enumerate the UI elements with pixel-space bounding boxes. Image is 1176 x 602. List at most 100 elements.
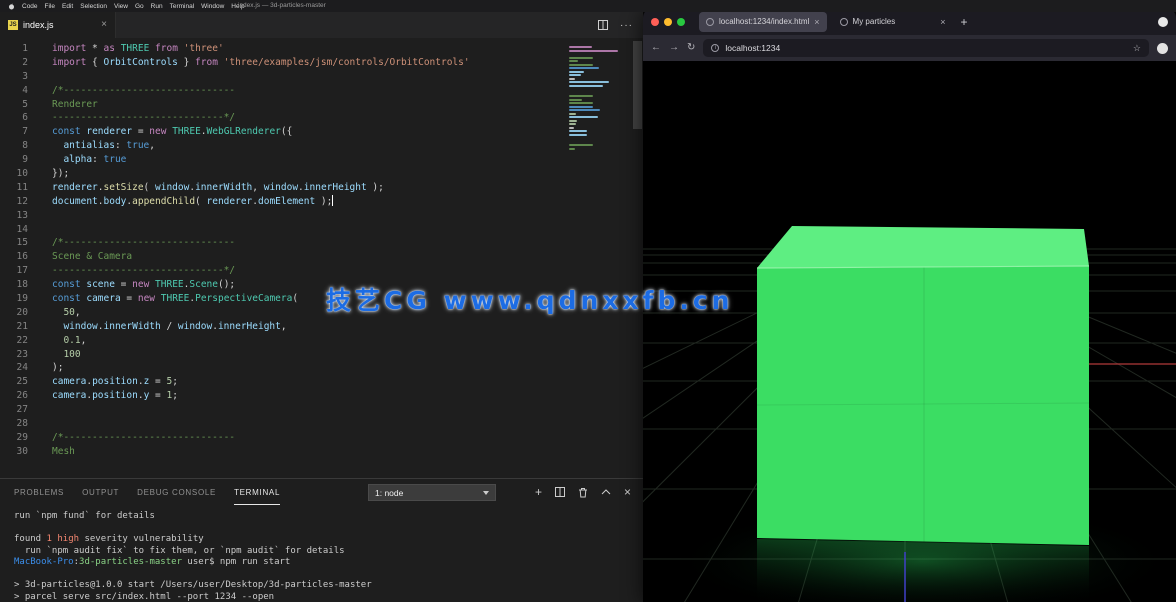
three-scene <box>643 61 1176 602</box>
minimap-line <box>569 67 599 69</box>
more-actions-icon[interactable]: ··· <box>620 20 633 31</box>
line-number: 26 <box>0 389 28 403</box>
minimap-line <box>569 127 574 129</box>
close-tab-icon[interactable]: × <box>101 20 107 30</box>
forward-button[interactable]: → <box>669 43 679 53</box>
menu-terminal[interactable]: Terminal <box>170 3 195 10</box>
line-number: 3 <box>0 70 28 84</box>
terminal-output[interactable]: run `npm fund` for detailsfound 1 high s… <box>0 505 643 602</box>
close-tab-icon[interactable]: × <box>940 17 945 27</box>
scrollbar-thumb[interactable] <box>633 41 642 129</box>
menu-run[interactable]: Run <box>151 3 163 10</box>
window-title: index.js — 3d-particles-master <box>238 0 326 12</box>
code-line: 30Mesh <box>0 445 643 459</box>
line-number: 8 <box>0 139 28 153</box>
back-button[interactable]: ← <box>651 43 661 53</box>
editor-tab-indexjs[interactable]: JS index.js × <box>0 12 116 38</box>
menu-edit[interactable]: Edit <box>62 3 73 10</box>
account-icon[interactable] <box>1157 43 1168 54</box>
code-line: 14 <box>0 223 643 237</box>
close-window-button[interactable] <box>651 18 659 26</box>
code-lines: 1import * as THREE from 'three'2import {… <box>0 42 643 459</box>
line-number: 11 <box>0 181 28 195</box>
code-line: 3 <box>0 70 643 84</box>
zoom-window-button[interactable] <box>677 18 685 26</box>
minimap[interactable] <box>569 46 627 151</box>
browser-tab[interactable]: My particles × <box>833 12 953 32</box>
chevron-down-icon <box>483 491 489 495</box>
minimap-line <box>569 130 587 132</box>
close-tab-icon[interactable]: × <box>814 17 819 27</box>
kill-terminal-trash-icon[interactable] <box>578 487 588 498</box>
terminal-line <box>14 523 643 535</box>
menu-window[interactable]: Window <box>201 3 224 10</box>
desktop: Code File Edit Selection View Go Run Terminal Wi… <box>0 0 1176 602</box>
menu-code[interactable]: Code <box>22 3 38 10</box>
menu-selection[interactable]: Selection <box>80 3 107 10</box>
profile-icon[interactable] <box>1158 17 1168 27</box>
code-line: 5Renderer <box>0 98 643 112</box>
browser-tab[interactable]: localhost:1234/index.html × <box>699 12 827 32</box>
cube-top-face <box>757 226 1089 268</box>
panel-tab-output[interactable]: OUTPUT <box>82 480 119 505</box>
code-line: 16Scene & Camera <box>0 250 643 264</box>
line-number: 6 <box>0 111 28 125</box>
minimap-line <box>569 102 593 104</box>
split-editor-icon[interactable] <box>598 20 608 30</box>
line-number: 12 <box>0 195 28 209</box>
line-number: 10 <box>0 167 28 181</box>
code-line: 19const camera = new THREE.PerspectiveCa… <box>0 292 643 306</box>
panel-tabs: PROBLEMS OUTPUT DEBUG CONSOLE TERMINAL <box>14 480 298 505</box>
maximize-panel-chevron-up-icon[interactable] <box>601 489 611 495</box>
line-number: 13 <box>0 209 28 223</box>
tab-title: localhost:1234/index.html <box>719 17 809 26</box>
minimap-line <box>569 95 593 97</box>
site-info-icon[interactable]: i <box>711 44 719 52</box>
reload-button[interactable]: ↻ <box>687 43 695 53</box>
code-line: 1import * as THREE from 'three' <box>0 42 643 56</box>
minimap-line <box>569 113 576 115</box>
code-line: 9 alpha: true <box>0 153 643 167</box>
panel-tab-debug-console[interactable]: DEBUG CONSOLE <box>137 480 216 505</box>
minimap-line <box>569 60 578 62</box>
address-bar[interactable]: i localhost:1234 ☆ <box>703 39 1149 57</box>
panel-tab-problems[interactable]: PROBLEMS <box>14 480 64 505</box>
panel-tab-terminal[interactable]: TERMINAL <box>234 480 280 505</box>
browser-window: localhost:1234/index.html×My particles× … <box>643 8 1176 602</box>
line-number: 20 <box>0 306 28 320</box>
menu-go[interactable]: Go <box>135 3 144 10</box>
minimize-window-button[interactable] <box>664 18 672 26</box>
minimap-line <box>569 99 582 101</box>
tab-title: My particles <box>853 17 936 26</box>
apple-icon[interactable] <box>8 3 15 10</box>
minimap-line <box>569 123 576 125</box>
favicon <box>706 18 714 26</box>
close-panel-icon[interactable]: × <box>624 486 631 498</box>
terminal-shell-select[interactable]: 1: node <box>368 484 496 501</box>
line-number: 5 <box>0 98 28 112</box>
line-number: 28 <box>0 417 28 431</box>
menu-items: Code File Edit Selection View Go Run Terminal Wi… <box>22 3 245 10</box>
line-number: 22 <box>0 334 28 348</box>
code-line: 17------------------------------*/ <box>0 264 643 278</box>
new-terminal-icon[interactable]: + <box>535 486 542 498</box>
code-editor[interactable]: 1import * as THREE from 'three'2import {… <box>0 38 643 478</box>
code-line: 22 0.1, <box>0 334 643 348</box>
split-terminal-icon[interactable] <box>555 487 565 497</box>
code-line: 6------------------------------*/ <box>0 111 643 125</box>
menu-file[interactable]: File <box>45 3 55 10</box>
editor-scrollbar[interactable] <box>631 38 643 478</box>
webgl-viewport[interactable] <box>643 61 1176 602</box>
code-line: 29/*------------------------------ <box>0 431 643 445</box>
code-line: 13 <box>0 209 643 223</box>
minimap-line <box>569 144 593 146</box>
minimap-line <box>569 120 577 122</box>
line-number: 24 <box>0 361 28 375</box>
bookmark-star-icon[interactable]: ☆ <box>1133 43 1141 54</box>
macos-menu-bar: Code File Edit Selection View Go Run Terminal Wi… <box>0 0 1176 12</box>
line-number: 15 <box>0 236 28 250</box>
new-tab-button[interactable]: + <box>961 16 968 28</box>
minimap-line <box>569 64 593 66</box>
menu-view[interactable]: View <box>114 3 128 10</box>
minimap-line <box>569 81 609 83</box>
